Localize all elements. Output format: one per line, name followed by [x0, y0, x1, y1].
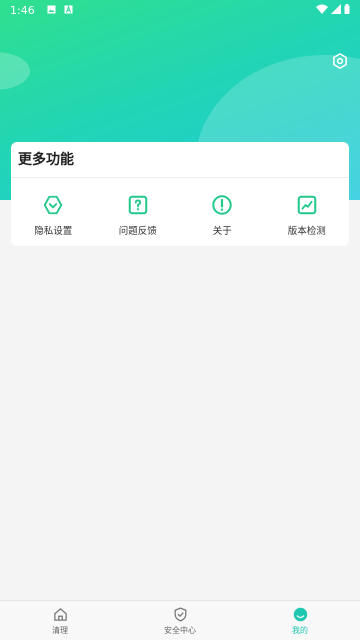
more-features-card: 更多功能 隐私设置 问题反馈 关于 版本检测: [11, 142, 349, 246]
exclamation-circle-icon: [212, 195, 232, 215]
feature-row: 隐私设置 问题反馈 关于 版本检测: [11, 178, 349, 246]
bottom-nav: 清理 安全中心 我的: [0, 600, 360, 640]
image-icon: [47, 4, 56, 17]
nav-mine-label: 我的: [292, 625, 308, 635]
version-check-label: 版本检测: [287, 226, 326, 237]
wifi-icon: [316, 4, 328, 17]
nav-security-center[interactable]: 安全中心: [120, 601, 240, 640]
feedback-label: 问题反馈: [118, 226, 157, 237]
privacy-settings-button[interactable]: 隐私设置: [11, 178, 96, 246]
nav-clean-label: 清理: [52, 625, 68, 635]
battery-icon: [344, 3, 350, 17]
a-icon: [64, 4, 73, 17]
nav-mine[interactable]: 我的: [240, 601, 360, 640]
nav-security-center-label: 安全中心: [164, 625, 196, 635]
decorative-blob-left: [0, 52, 30, 90]
privacy-hex-icon: [44, 195, 63, 215]
nav-clean[interactable]: 清理: [0, 601, 120, 640]
question-box-icon: [128, 195, 148, 215]
profile-icon: [293, 607, 307, 621]
home-icon: [53, 607, 67, 621]
about-label: 关于: [212, 226, 232, 237]
privacy-settings-label: 隐私设置: [34, 226, 73, 237]
feedback-button[interactable]: 问题反馈: [96, 178, 181, 246]
signal-icon: [331, 3, 341, 17]
more-features-title: 更多功能: [11, 142, 349, 178]
shield-check-icon: [174, 606, 186, 622]
status-bar: 1:46: [0, 0, 360, 20]
chart-line-icon: [297, 195, 317, 215]
gear-icon[interactable]: [331, 52, 349, 70]
about-button[interactable]: 关于: [180, 178, 265, 246]
version-check-button[interactable]: 版本检测: [265, 178, 350, 246]
status-time: 1:46: [10, 3, 35, 17]
